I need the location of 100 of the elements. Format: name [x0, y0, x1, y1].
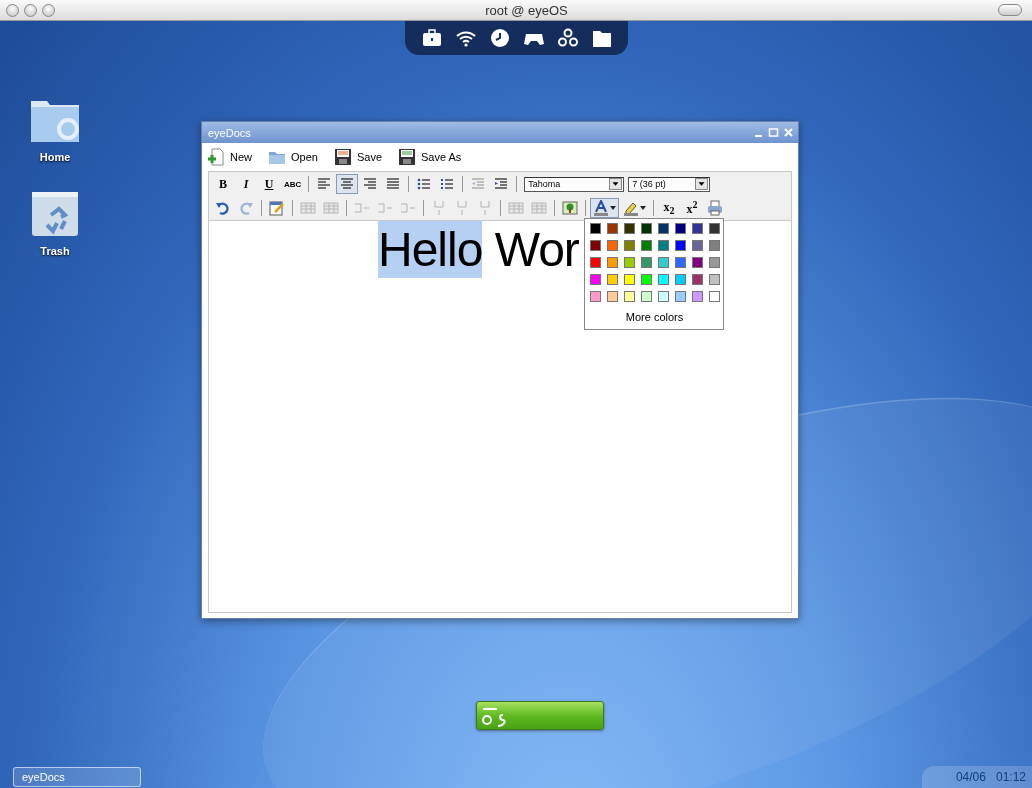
table-icon: [323, 200, 339, 216]
image-icon: [562, 200, 578, 216]
font-color-icon: [593, 200, 609, 216]
outdent-icon: [470, 176, 487, 192]
menu-button[interactable]: Save As: [398, 148, 462, 166]
briefcase-icon[interactable]: [420, 27, 443, 49]
color-swatch[interactable]: [657, 291, 669, 302]
color-swatch[interactable]: [606, 274, 618, 285]
toolbar-toggle-button[interactable]: [998, 4, 1022, 16]
color-swatch[interactable]: [589, 274, 601, 285]
highlighter-icon: [623, 200, 639, 216]
window-title: eyeDocs: [208, 126, 252, 139]
dropdown-field[interactable]: Tahoma: [524, 176, 625, 192]
font-color-button[interactable]: [590, 198, 619, 218]
maximize-icon[interactable]: [768, 127, 779, 138]
color-swatch[interactable]: [640, 291, 652, 302]
color-swatch[interactable]: [691, 291, 703, 302]
logo-button[interactable]: [476, 701, 604, 730]
undo-icon: [215, 200, 231, 216]
menu-button[interactable]: Save: [333, 148, 382, 166]
color-swatch[interactable]: [606, 223, 618, 234]
format-button[interactable]: x$^{2}$: [681, 198, 703, 218]
close-icon[interactable]: [783, 127, 794, 138]
caret-icon: [610, 206, 616, 210]
color-swatch[interactable]: [589, 240, 601, 251]
caret-icon: [695, 178, 709, 190]
color-swatch[interactable]: [623, 240, 635, 251]
pencil-note-icon: [269, 200, 285, 216]
color-swatch[interactable]: [589, 291, 601, 302]
trash-icon[interactable]: [31, 191, 79, 237]
color-swatch[interactable]: [657, 257, 669, 268]
folder-icon[interactable]: [30, 99, 80, 143]
clock-icon[interactable]: [488, 27, 511, 49]
color-swatch[interactable]: [674, 291, 686, 302]
image-button[interactable]: [559, 198, 581, 218]
redo-icon: [238, 200, 254, 216]
color-swatch[interactable]: [606, 257, 618, 268]
color-swatch[interactable]: [708, 240, 720, 251]
format-button[interactable]: ABC: [281, 174, 305, 194]
caret-icon: [640, 206, 646, 210]
color-swatch[interactable]: [623, 223, 635, 234]
justify-icon: [385, 176, 402, 192]
dropdown-field[interactable]: 7 (36 pt): [628, 176, 711, 192]
circles-icon[interactable]: [556, 27, 579, 49]
more-colors-button[interactable]: More colors: [625, 311, 684, 323]
color-swatch[interactable]: [606, 291, 618, 302]
color-swatch[interactable]: [623, 257, 635, 268]
color-swatch[interactable]: [657, 223, 669, 234]
time-text: 01:12: [995, 770, 1026, 784]
document-text: Hello Wor: [378, 221, 579, 278]
color-swatch[interactable]: [640, 223, 652, 234]
window-button[interactable]: [6, 3, 19, 17]
color-swatch[interactable]: [589, 223, 601, 234]
window-button[interactable]: [42, 3, 55, 17]
color-swatch[interactable]: [657, 274, 669, 285]
color-swatch[interactable]: [691, 223, 703, 234]
bullet-list-icon: [416, 176, 433, 192]
color-swatch[interactable]: [674, 274, 686, 285]
color-swatch[interactable]: [708, 274, 720, 285]
align-left-icon: [316, 176, 333, 192]
color-swatch[interactable]: [674, 257, 686, 268]
menu-button[interactable]: Open: [268, 148, 318, 166]
caret-icon: [609, 178, 623, 190]
taskbar-button[interactable]: eyeDocs: [13, 767, 141, 787]
date-text: 04/06: [955, 770, 986, 784]
numbered-list-icon: [439, 176, 456, 192]
window-title: root @ eyeOS: [484, 2, 569, 18]
window-button[interactable]: [24, 3, 37, 17]
color-swatch[interactable]: [606, 240, 618, 251]
color-swatch[interactable]: [657, 240, 669, 251]
format-button[interactable]: U: [258, 174, 280, 194]
indent-icon: [493, 176, 510, 192]
format-button[interactable]: I: [235, 174, 257, 194]
color-swatch[interactable]: [708, 257, 720, 268]
desktop-icon-label[interactable]: Trash: [40, 245, 70, 257]
table-icon: [300, 200, 316, 216]
color-swatch[interactable]: [640, 257, 652, 268]
desktop-icon-label[interactable]: Home: [39, 151, 71, 163]
format-button[interactable]: x$_{2}$: [658, 198, 680, 218]
color-swatch[interactable]: [691, 257, 703, 268]
color-swatch[interactable]: [623, 291, 635, 302]
align-center-icon: [339, 176, 356, 192]
menu-button[interactable]: New: [207, 148, 252, 166]
format-button[interactable]: B: [212, 174, 234, 194]
color-swatch[interactable]: [691, 274, 703, 285]
new-document-icon: [207, 148, 225, 166]
color-swatch[interactable]: [589, 257, 601, 268]
color-swatch[interactable]: [691, 240, 703, 251]
color-swatch[interactable]: [708, 223, 720, 234]
color-swatch[interactable]: [674, 223, 686, 234]
align-right-icon: [362, 176, 379, 192]
color-swatch[interactable]: [640, 240, 652, 251]
printer-icon: [707, 200, 723, 216]
color-swatch[interactable]: [674, 240, 686, 251]
color-swatch[interactable]: [640, 274, 652, 285]
table-icon: [531, 200, 547, 216]
color-swatch[interactable]: [623, 274, 635, 285]
align-center-button[interactable]: [336, 174, 359, 194]
table-icon: [508, 200, 524, 216]
color-swatch[interactable]: [708, 291, 720, 302]
